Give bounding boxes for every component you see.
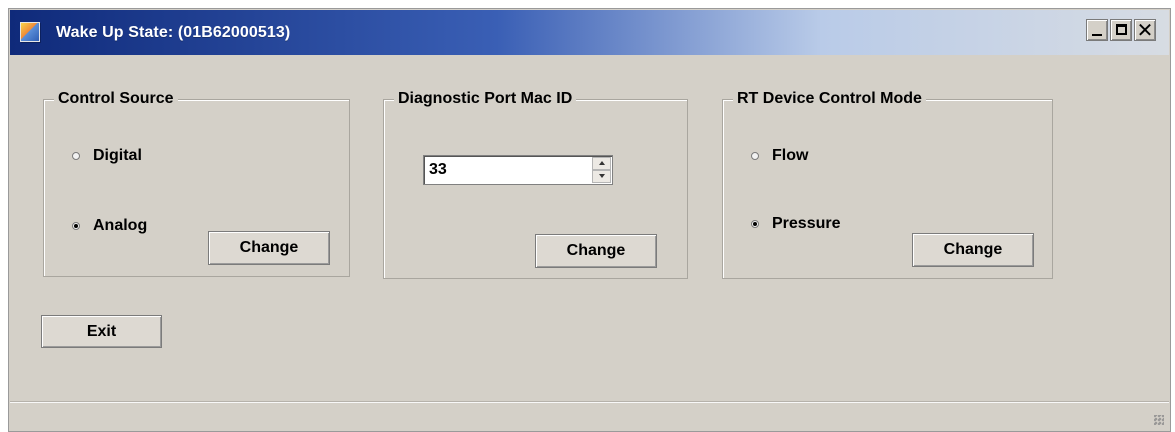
resize-grip-icon[interactable] bbox=[1154, 415, 1164, 425]
rt-device-control-mode-label: RT Device Control Mode bbox=[733, 90, 926, 108]
control-source-digital-option[interactable]: Digital bbox=[72, 147, 142, 165]
radio-unselected-icon bbox=[72, 152, 80, 160]
maximize-icon bbox=[1116, 24, 1127, 35]
radio-selected-icon bbox=[751, 220, 759, 228]
rt-mode-flow-option[interactable]: Flow bbox=[751, 147, 808, 165]
window-title: Wake Up State: (01B62000513) bbox=[56, 24, 291, 41]
control-source-analog-label: Analog bbox=[93, 217, 148, 234]
spin-up-icon[interactable] bbox=[592, 157, 611, 170]
radio-unselected-icon bbox=[751, 152, 759, 160]
status-separator bbox=[10, 401, 1169, 402]
minimize-icon bbox=[1092, 34, 1102, 36]
diagnostic-port-mac-id-label: Diagnostic Port Mac ID bbox=[394, 90, 577, 108]
title-bar: Wake Up State: (01B62000513) ✕ bbox=[10, 10, 1169, 55]
rt-mode-change-button[interactable]: Change bbox=[912, 233, 1034, 267]
close-icon: ✕ bbox=[1136, 18, 1154, 42]
control-source-group: Control Source Digital Analog Change bbox=[43, 90, 350, 277]
mac-id-spin-buttons bbox=[592, 157, 611, 183]
mac-id-input[interactable] bbox=[429, 161, 579, 179]
control-source-label: Control Source bbox=[54, 90, 178, 108]
spin-down-icon[interactable] bbox=[592, 170, 611, 183]
minimize-button[interactable] bbox=[1086, 19, 1108, 41]
rt-mode-flow-label: Flow bbox=[772, 147, 809, 164]
rt-device-control-mode-group: RT Device Control Mode Flow Pressure Cha… bbox=[722, 90, 1053, 279]
wake-up-state-window: Wake Up State: (01B62000513) ✕ Control S… bbox=[8, 8, 1171, 432]
control-source-analog-option[interactable]: Analog bbox=[72, 217, 147, 235]
mac-id-stepper[interactable] bbox=[423, 155, 613, 185]
close-button[interactable]: ✕ bbox=[1134, 19, 1156, 41]
diagnostic-port-mac-id-group: Diagnostic Port Mac ID Change bbox=[383, 90, 688, 279]
rt-mode-pressure-option[interactable]: Pressure bbox=[751, 215, 841, 233]
mac-id-change-button[interactable]: Change bbox=[535, 234, 657, 268]
exit-button[interactable]: Exit bbox=[41, 315, 162, 348]
control-source-change-button[interactable]: Change bbox=[208, 231, 330, 265]
control-source-digital-label: Digital bbox=[93, 147, 142, 164]
radio-selected-icon bbox=[72, 222, 80, 230]
app-icon bbox=[20, 22, 40, 42]
rt-mode-pressure-label: Pressure bbox=[772, 215, 841, 232]
maximize-button[interactable] bbox=[1110, 19, 1132, 41]
